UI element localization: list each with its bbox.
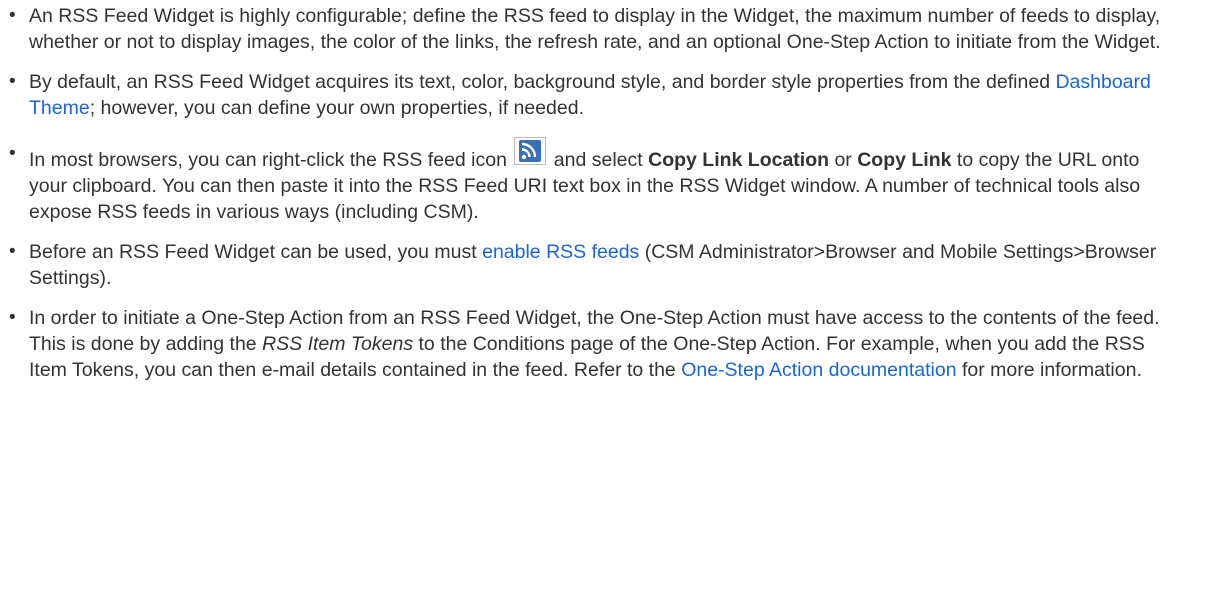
bullet-marker: • (9, 307, 16, 328)
bullet-marker: • (9, 143, 16, 164)
bullet-marker: • (9, 5, 16, 26)
copy-link-label: Copy Link (857, 149, 952, 171)
list-item: • In order to initiate a One-Step Action… (8, 305, 1167, 383)
item-text: By default, an RSS Feed Widget acquires … (29, 71, 1056, 93)
one-step-action-documentation-link[interactable]: One-Step Action documentation (681, 359, 956, 381)
copy-link-location-label: Copy Link Location (648, 149, 830, 171)
item-text: Before an RSS Feed Widget can be used, y… (29, 241, 483, 263)
item-text: or (829, 149, 858, 171)
rss-feed-icon (514, 137, 547, 165)
rss-item-tokens-term: RSS Item Tokens (262, 333, 414, 355)
bullet-marker: • (9, 71, 16, 92)
list-item: • In most browsers, you can right-click … (8, 137, 1167, 225)
item-text: An RSS Feed Widget is highly configurabl… (29, 5, 1161, 53)
list-item: • An RSS Feed Widget is highly configura… (8, 3, 1167, 55)
list-item: • Before an RSS Feed Widget can be used,… (8, 239, 1167, 291)
item-text: In most browsers, you can right-click th… (29, 149, 507, 171)
bullet-marker: • (9, 241, 16, 262)
document-page: • An RSS Feed Widget is highly configura… (0, 0, 1227, 600)
item-text: for more information. (956, 359, 1142, 381)
notes-list: • An RSS Feed Widget is highly configura… (8, 3, 1167, 383)
enable-rss-feeds-link[interactable]: enable RSS feeds (482, 241, 639, 263)
item-text: ; however, you can define your own prope… (89, 97, 585, 119)
item-text: and select (548, 149, 649, 171)
list-item: • By default, an RSS Feed Widget acquire… (8, 69, 1167, 121)
